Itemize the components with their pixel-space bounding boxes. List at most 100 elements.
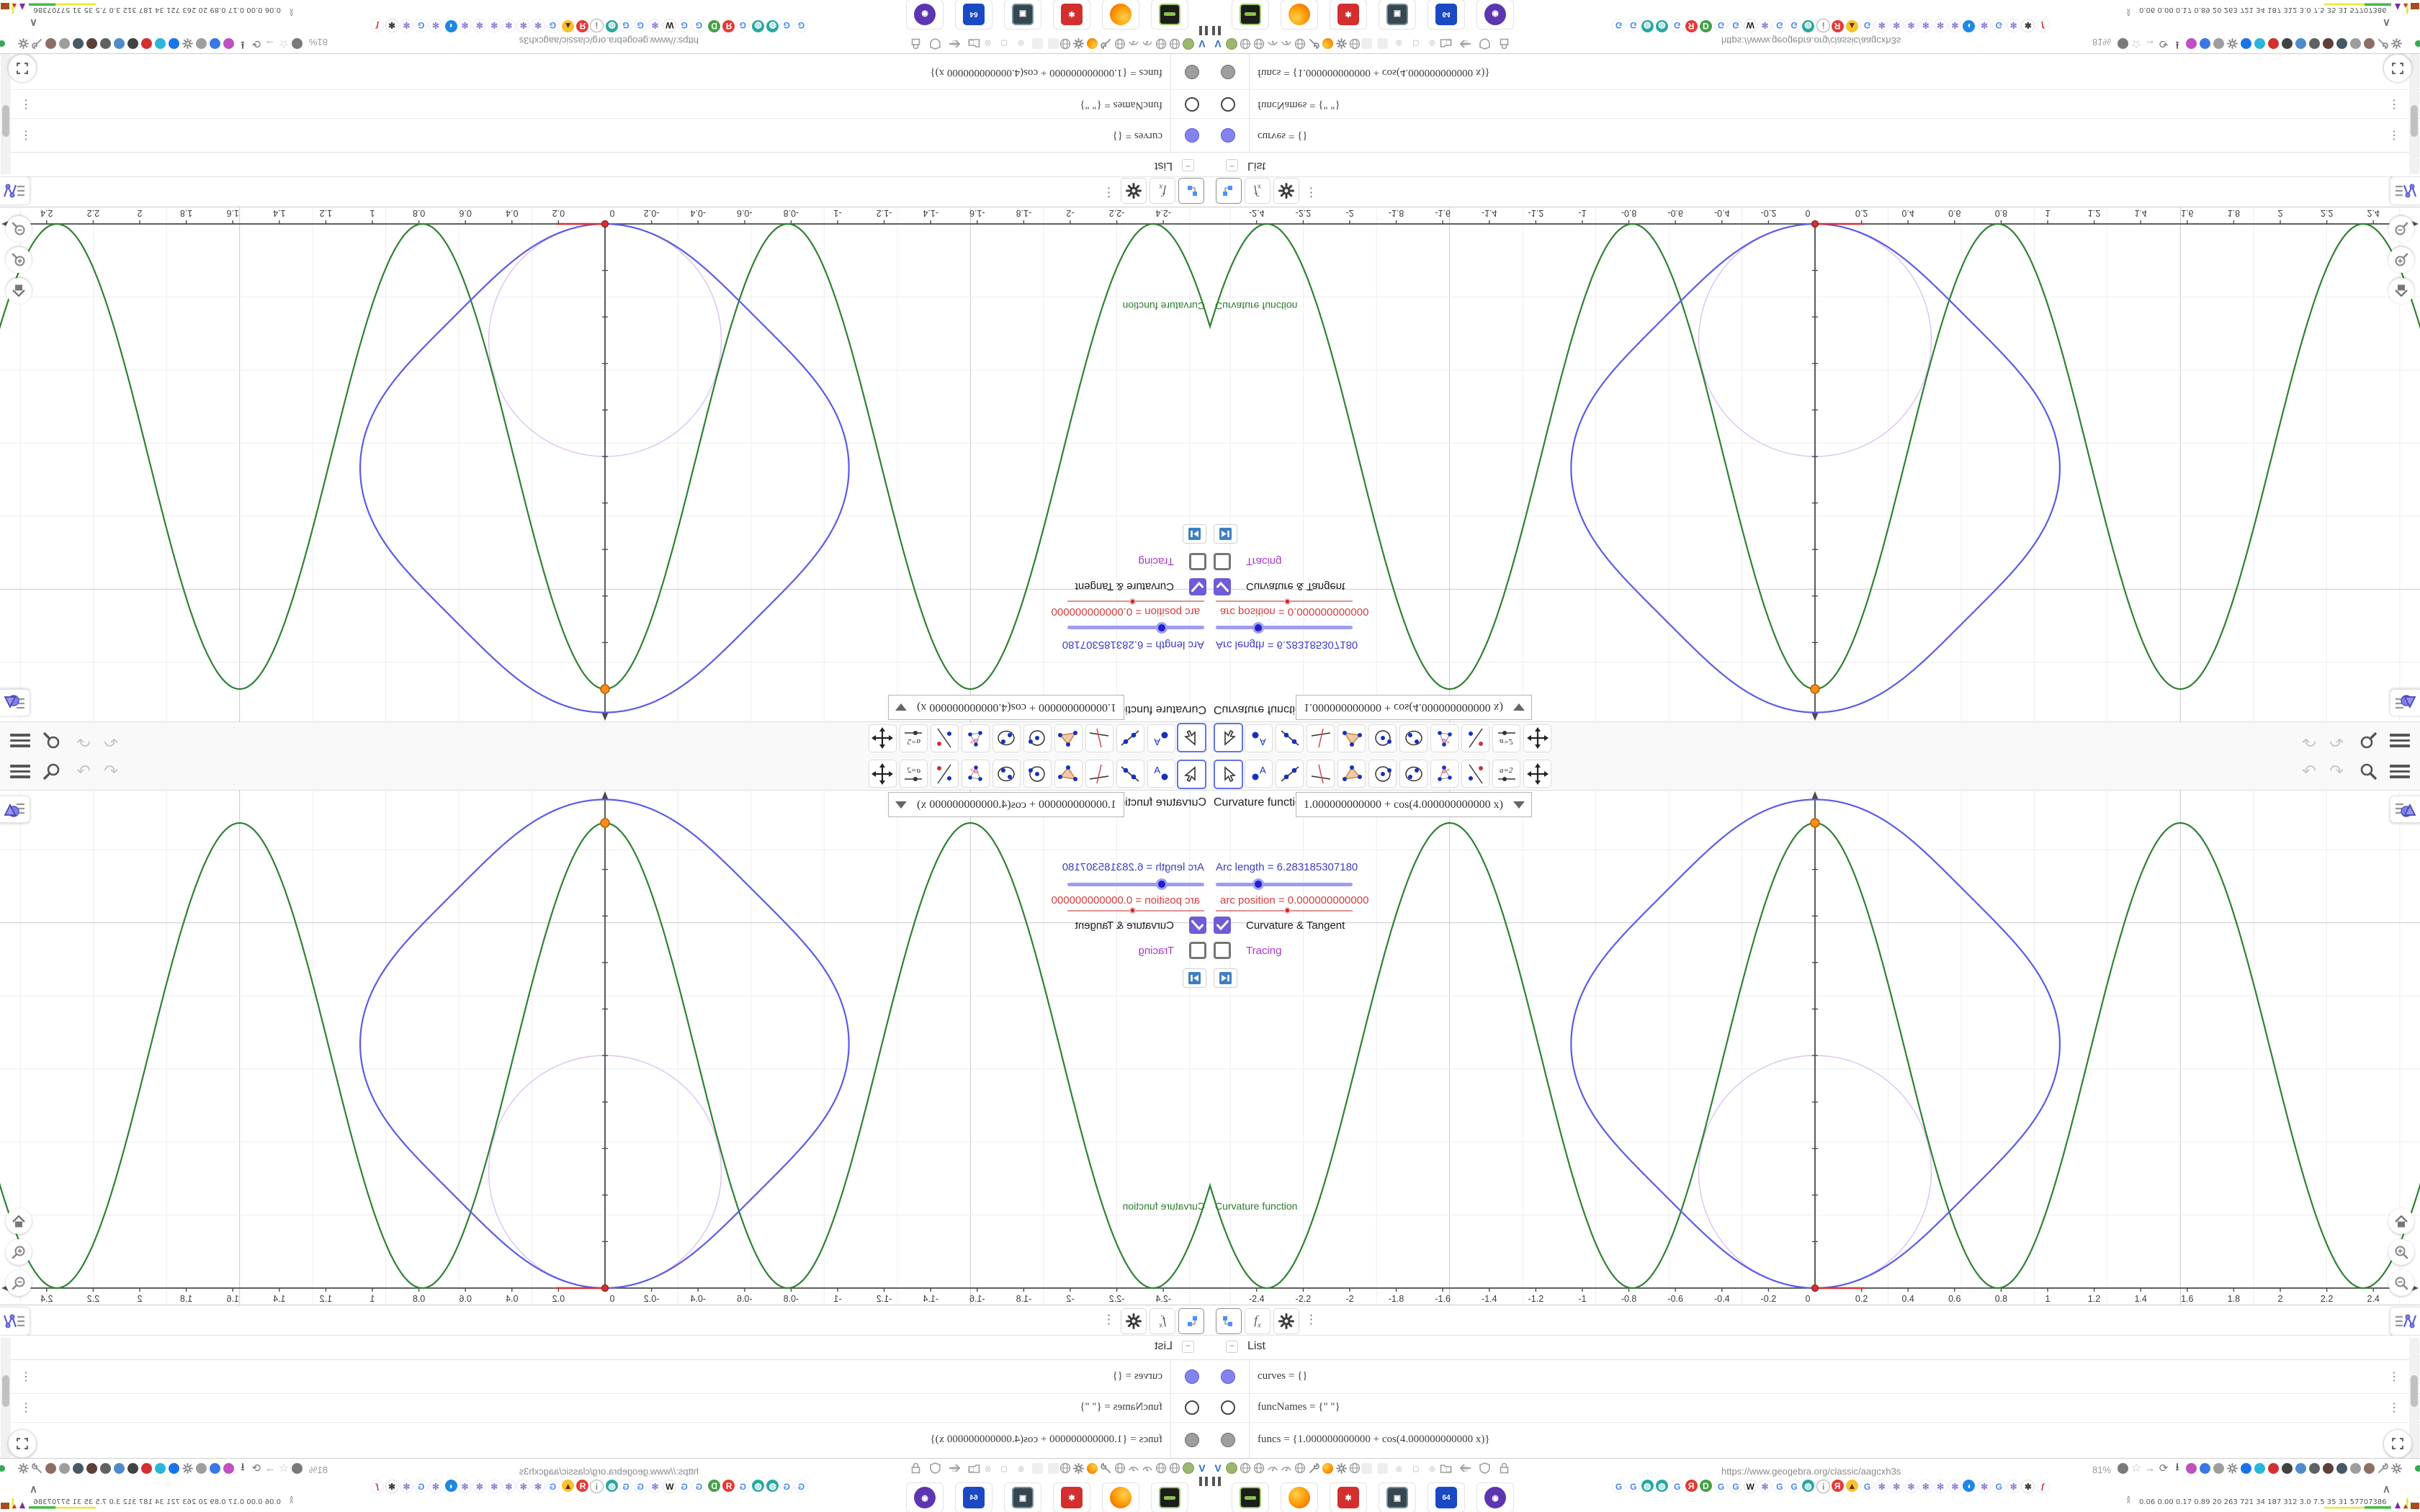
- gear-icon[interactable]: [2390, 1462, 2403, 1475]
- redo-icon[interactable]: ↷: [72, 729, 95, 750]
- home-button[interactable]: [2388, 278, 2414, 304]
- mouse-icon[interactable]: [195, 37, 208, 50]
- favicon-google[interactable]: G: [1991, 1480, 2006, 1493]
- gauge-icon[interactable]: [1266, 1462, 1279, 1475]
- function-dropdown[interactable]: 1.000000000000 + cos(4.000000000000 x): [888, 695, 1124, 720]
- radio-icon[interactable]: ◎: [985, 39, 991, 47]
- favicon-gear[interactable]: ✱: [385, 19, 399, 32]
- radio-icon[interactable]: ◎: [985, 1465, 991, 1473]
- arc-length-slider-handle[interactable]: [1156, 622, 1168, 634]
- curvature-tangent-checkbox[interactable]: [1214, 578, 1231, 595]
- translate-blue-icon[interactable]: [2198, 37, 2211, 50]
- taskbar-tile-recorder[interactable]: [1151, 1482, 1188, 1512]
- function-dropdown[interactable]: 1.000000000000 + cos(4.000000000000 x): [1296, 792, 1532, 817]
- favicon-google[interactable]: G: [1860, 19, 1875, 32]
- settings-button[interactable]: [1121, 1308, 1147, 1334]
- arc-position-slider[interactable]: [1067, 907, 1204, 914]
- taskbar-tile-recorder[interactable]: [1151, 0, 1188, 30]
- download-icon[interactable]: ⭳: [2171, 37, 2184, 52]
- double-chevron-icon[interactable]: ∧ ∧: [289, 1494, 294, 1505]
- redo-icon[interactable]: ↷: [72, 762, 95, 783]
- gear-icon[interactable]: [182, 37, 194, 50]
- favicon-flower[interactable]: ✻: [502, 1480, 516, 1493]
- favicon-yandex[interactable]: Я: [1685, 20, 1698, 32]
- arc-length-slider-handle[interactable]: [1252, 622, 1264, 634]
- tool-reflect-about-line[interactable]: [1461, 760, 1489, 788]
- tool-circle-with-center[interactable]: [1023, 760, 1052, 788]
- tool-perpendicular-line[interactable]: [1085, 760, 1113, 788]
- lock-icon[interactable]: [910, 37, 923, 50]
- favicon-image[interactable]: ▲: [562, 20, 575, 32]
- fullscreen-button[interactable]: [2383, 54, 2412, 83]
- favicon-sphere[interactable]: ◍: [1801, 1480, 1814, 1492]
- tool-move-graphics-view[interactable]: [869, 760, 897, 788]
- gauge-icon[interactable]: [1141, 37, 1154, 50]
- globe-icon[interactable]: [1348, 1462, 1361, 1475]
- arc-position-slider[interactable]: [1067, 598, 1204, 605]
- algebra-view-toggle-button[interactable]: [0, 1307, 30, 1336]
- trash-icon[interactable]: [2280, 37, 2293, 50]
- tool-angle[interactable]: α: [1430, 760, 1458, 788]
- algebra-row[interactable]: funcNames = {" "} ⋮: [1210, 89, 2420, 119]
- globe-gray-icon[interactable]: [58, 37, 71, 50]
- lock-icon[interactable]: [1497, 1462, 1510, 1475]
- wrench-icon[interactable]: [1307, 37, 1320, 50]
- undo-icon[interactable]: ↶: [99, 729, 122, 750]
- undo-icon[interactable]: ↶: [2298, 762, 2321, 783]
- favicon-flower[interactable]: ✻: [429, 19, 443, 32]
- wrench-icon[interactable]: [2376, 1462, 2389, 1475]
- redo-icon[interactable]: ↷: [2325, 729, 2348, 750]
- download-icon[interactable]: ⭳: [236, 1461, 249, 1475]
- favicon-info[interactable]: i: [1816, 1480, 1831, 1493]
- favicon-google[interactable]: G: [633, 19, 647, 32]
- arc-position-slider-handle[interactable]: [1283, 907, 1291, 914]
- algebra-row[interactable]: funcs = {1.000000000000 + cos(4.00000000…: [0, 1422, 1210, 1459]
- globe-icon[interactable]: [1155, 1462, 1168, 1475]
- algebra-view-toggle-button[interactable]: [2390, 1307, 2420, 1336]
- favicon-flower[interactable]: ✻: [1889, 19, 1904, 32]
- firefox-icon[interactable]: [1086, 37, 1099, 50]
- tool-angle[interactable]: α: [962, 724, 990, 752]
- record-red-icon[interactable]: [140, 37, 153, 50]
- green-circle-icon[interactable]: [1225, 37, 1238, 50]
- menu-icon[interactable]: [2390, 765, 2410, 780]
- favicon-google[interactable]: G: [1626, 19, 1641, 32]
- favicon-flower[interactable]: ✻: [458, 19, 472, 32]
- collapse-list-button[interactable]: −: [1182, 1341, 1194, 1353]
- folder-icon[interactable]: [968, 1462, 981, 1475]
- tool-conic-through-points[interactable]: [992, 760, 1021, 788]
- fullscreen-button[interactable]: [8, 54, 37, 83]
- thumb-icon[interactable]: [45, 37, 58, 50]
- favicon-yandex[interactable]: Я: [576, 1480, 589, 1492]
- favicon-chat[interactable]: ◖: [444, 20, 457, 32]
- shield-cyan-icon[interactable]: [2253, 37, 2266, 50]
- algebra-scrollbar-thumb[interactable]: [2, 105, 9, 137]
- radio-icon[interactable]: ◎: [1018, 39, 1024, 47]
- favicon-wikipedia[interactable]: W: [663, 19, 677, 32]
- star-icon[interactable]: ☆: [2130, 37, 2143, 50]
- visibility-toggle[interactable]: [1221, 1369, 1235, 1384]
- double-chevron-icon[interactable]: ∧ ∧: [289, 7, 294, 18]
- favicon-sphere[interactable]: ◍: [606, 1480, 619, 1492]
- favicon-gear[interactable]: ✱: [385, 1480, 399, 1493]
- favicon-google[interactable]: G: [794, 19, 808, 32]
- tool-point[interactable]: A: [1245, 724, 1273, 752]
- folder-icon[interactable]: [1439, 1462, 1452, 1475]
- favicon-fred[interactable]: f: [2035, 1480, 2050, 1493]
- arrow-right-icon[interactable]: →: [264, 1462, 277, 1475]
- graphics-view[interactable]: -2.4 -2.2 -2 -1.8 -1.6 -1.4 -1.2 -1 -0.8 -0.6 -0.4…: [1210, 790, 2420, 1305]
- globe-color-icon[interactable]: [113, 37, 126, 50]
- favicon-info[interactable]: i: [589, 1480, 604, 1493]
- favicon-flower[interactable]: ✻: [1904, 1480, 1918, 1493]
- sort-by-type-button[interactable]: [1178, 1308, 1204, 1334]
- fullscreen-button[interactable]: [2383, 1429, 2412, 1458]
- favicon-gear[interactable]: ✱: [2021, 19, 2035, 32]
- favicon-sphere[interactable]: ◍: [606, 20, 619, 32]
- taskbar-tile-red-gear[interactable]: ✱: [1330, 0, 1367, 30]
- globe-icon[interactable]: [1168, 37, 1181, 50]
- gear-icon[interactable]: [1335, 1462, 1348, 1475]
- tool-polygon[interactable]: [1054, 724, 1083, 752]
- gear-icon[interactable]: [17, 37, 30, 50]
- arrow-left-icon[interactable]: [949, 1462, 962, 1475]
- zoom-in-button[interactable]: [6, 247, 32, 273]
